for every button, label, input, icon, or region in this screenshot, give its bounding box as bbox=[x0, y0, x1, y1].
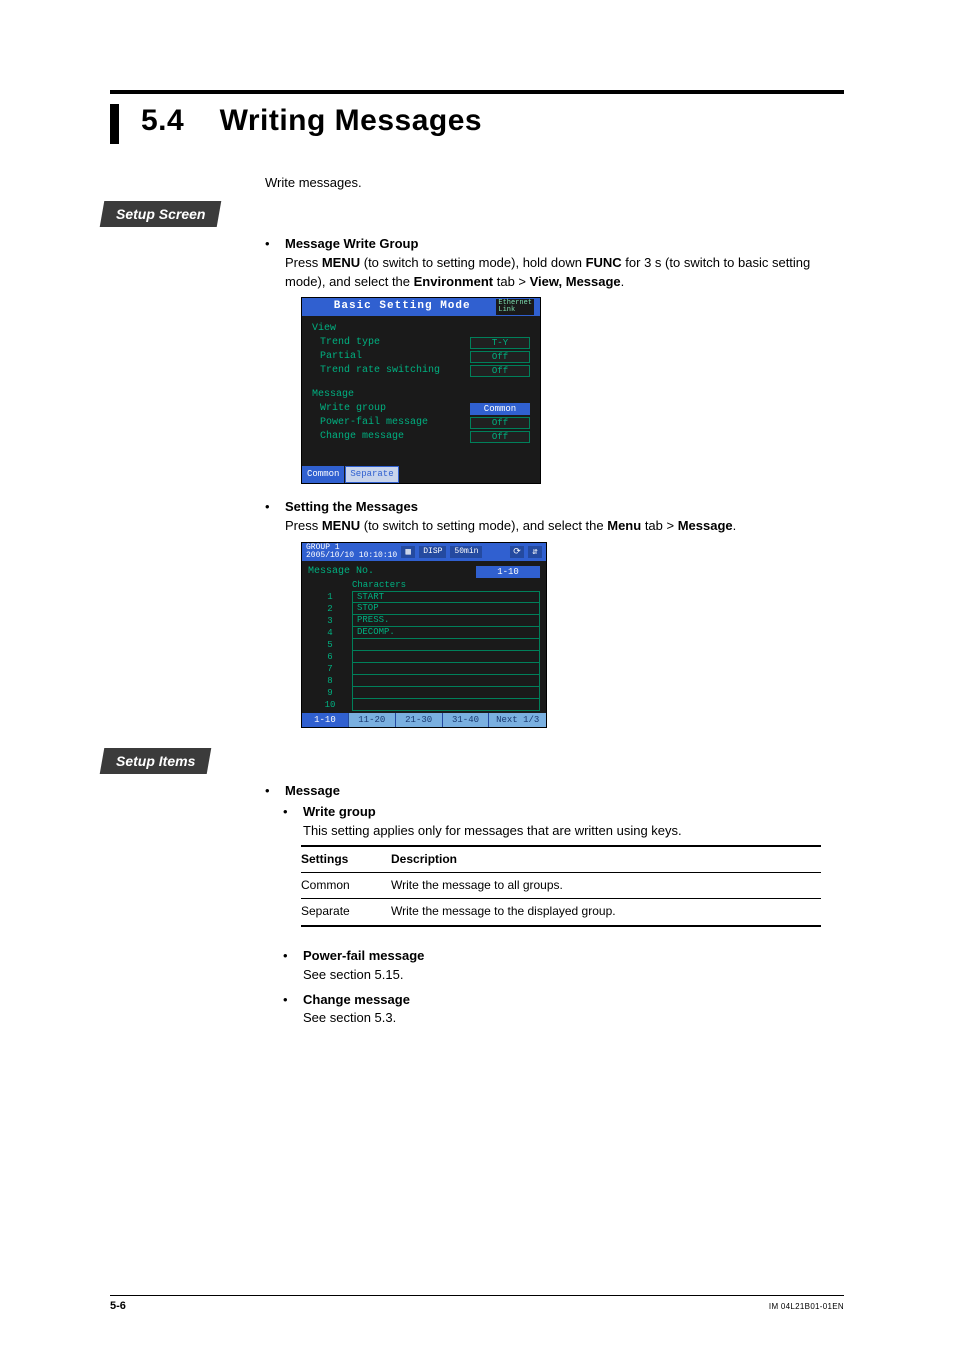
bullet-dot: • bbox=[265, 782, 275, 801]
ss2-row-field[interactable] bbox=[352, 651, 540, 663]
ss2-row-number: 7 bbox=[308, 663, 352, 675]
items-write-group-note: This setting applies only for messages t… bbox=[303, 822, 844, 841]
tbl-header-description: Description bbox=[391, 846, 821, 873]
ss2-row-field[interactable]: STOP bbox=[352, 603, 540, 615]
items-power-fail: Power-fail message bbox=[303, 947, 844, 966]
ss2-row-number: 6 bbox=[308, 651, 352, 663]
ss2-row-number: 2 bbox=[308, 603, 352, 615]
mwg-title: Message Write Group bbox=[285, 235, 844, 254]
ss2-tab-1-10[interactable]: 1-10 bbox=[302, 713, 349, 727]
ss2-row-number: 1 bbox=[308, 591, 352, 603]
refresh-icon[interactable]: ⟳ bbox=[510, 546, 524, 558]
ss1-write-group: Write group bbox=[312, 402, 470, 417]
heading-side-bar bbox=[110, 104, 119, 144]
ss1-view-label: View bbox=[312, 322, 530, 337]
page-number: 5-6 bbox=[110, 1300, 126, 1312]
screenshot-message-setting: GROUP 12005/10/10 10:10:10 ▦ DISP 50min … bbox=[301, 542, 547, 728]
ss1-ethernet-badge: EthernetLink bbox=[496, 299, 534, 315]
settings-table: Settings Description Common Write the me… bbox=[301, 845, 821, 927]
ss2-row-number: 8 bbox=[308, 675, 352, 687]
ss2-row-number: 10 bbox=[308, 699, 352, 711]
ss2-range[interactable]: 1-10 bbox=[476, 566, 540, 578]
section-setup-items: Setup Items bbox=[116, 753, 195, 769]
ss1-message-label: Message bbox=[312, 388, 530, 403]
ss2-row-field[interactable] bbox=[352, 687, 540, 699]
ss2-row-number: 4 bbox=[308, 627, 352, 639]
ss1-write-group-value[interactable]: Common bbox=[470, 403, 530, 415]
ss1-trend-rate: Trend rate switching bbox=[312, 364, 470, 379]
ss2-next-button[interactable]: Next 1/3 bbox=[489, 713, 546, 727]
bullet-dot: • bbox=[283, 947, 293, 985]
ss1-softkey-separate[interactable]: Separate bbox=[345, 466, 398, 483]
section-setup-screen: Setup Screen bbox=[116, 206, 205, 222]
tbl-separate-desc: Write the message to the displayed group… bbox=[391, 899, 821, 926]
ss2-row-field[interactable] bbox=[352, 675, 540, 687]
stm-instruction: Press MENU (to switch to setting mode), … bbox=[285, 517, 844, 536]
ss2-msg-no-label: Message No. bbox=[308, 565, 476, 580]
ss2-row-field[interactable] bbox=[352, 699, 540, 711]
ss2-row-field[interactable] bbox=[352, 639, 540, 651]
ss2-row-number: 5 bbox=[308, 639, 352, 651]
disp-icon[interactable]: ▦ bbox=[401, 546, 415, 558]
screenshot-basic-setting-mode: Basic Setting Mode EthernetLink View Tre… bbox=[301, 297, 541, 484]
ss2-row-number: 9 bbox=[308, 687, 352, 699]
ss1-softkey-common[interactable]: Common bbox=[302, 466, 344, 483]
ss2-row-number: 3 bbox=[308, 615, 352, 627]
ss2-group: GROUP 12005/10/10 10:10:10 bbox=[306, 544, 397, 560]
items-change-msg-note: See section 5.3. bbox=[303, 1009, 844, 1028]
bullet-dot: • bbox=[283, 991, 293, 1029]
ss1-trend-type: Trend type bbox=[312, 336, 470, 351]
ss1-partial-value[interactable]: Off bbox=[470, 351, 530, 363]
ss2-tab-11-20[interactable]: 11-20 bbox=[349, 713, 396, 727]
toggle-icon[interactable]: ⇵ bbox=[528, 546, 542, 558]
items-message: Message bbox=[285, 782, 844, 801]
mwg-instruction: Press MENU (to switch to setting mode), … bbox=[285, 254, 844, 292]
ss2-disp-label[interactable]: DISP bbox=[419, 546, 446, 558]
items-change-msg: Change message bbox=[303, 991, 844, 1010]
bullet-dot: • bbox=[265, 235, 275, 499]
ss1-change-msg: Change message bbox=[312, 430, 470, 445]
ss1-title: Basic Setting Mode bbox=[308, 299, 496, 315]
ss1-power-fail: Power-fail message bbox=[312, 416, 470, 431]
tbl-header-settings: Settings bbox=[301, 846, 391, 873]
tbl-common-desc: Write the message to all groups. bbox=[391, 873, 821, 899]
bullet-dot: • bbox=[283, 803, 293, 841]
ss1-trend-type-value[interactable]: T-Y bbox=[470, 337, 530, 349]
ss1-partial: Partial bbox=[312, 350, 470, 365]
items-power-fail-note: See section 5.15. bbox=[303, 966, 844, 985]
ss2-row-field[interactable]: START bbox=[352, 591, 540, 603]
top-divider bbox=[110, 90, 844, 94]
ss1-power-fail-value[interactable]: Off bbox=[470, 417, 530, 429]
tbl-separate: Separate bbox=[301, 899, 391, 926]
ss2-row-field[interactable] bbox=[352, 663, 540, 675]
heading-number: 5.4 bbox=[141, 104, 184, 137]
tbl-common: Common bbox=[301, 873, 391, 899]
intro-text: Write messages. bbox=[265, 174, 844, 193]
ss2-tab-21-30[interactable]: 21-30 bbox=[396, 713, 443, 727]
bullet-dot: • bbox=[265, 498, 275, 742]
ss2-rate[interactable]: 50min bbox=[450, 546, 482, 558]
ss2-row-field[interactable]: PRESS. bbox=[352, 615, 540, 627]
ss2-row-field[interactable]: DECOMP. bbox=[352, 627, 540, 639]
ss1-trend-rate-value[interactable]: Off bbox=[470, 365, 530, 377]
doc-id: IM 04L21B01-01EN bbox=[769, 1302, 844, 1311]
ss2-tab-31-40[interactable]: 31-40 bbox=[443, 713, 490, 727]
items-write-group: Write group bbox=[303, 803, 844, 822]
ss1-change-msg-value[interactable]: Off bbox=[470, 431, 530, 443]
ss2-chars-header: Characters bbox=[308, 579, 540, 591]
stm-title: Setting the Messages bbox=[285, 498, 844, 517]
heading-title: Writing Messages bbox=[220, 104, 483, 137]
